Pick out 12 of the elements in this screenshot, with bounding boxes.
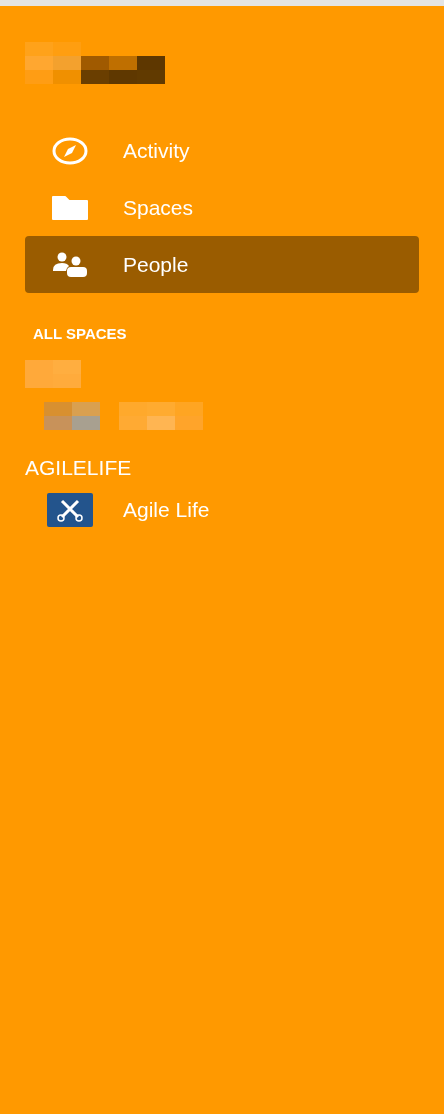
- section-title: ALL SPACES: [33, 324, 127, 344]
- pixelated-space-icon: [44, 401, 100, 430]
- people-icon: [52, 251, 88, 278]
- space-item[interactable]: Agile Life: [47, 493, 444, 527]
- scissors-icon: [47, 493, 93, 527]
- pixelated-group-title: [25, 359, 81, 388]
- nav-item[interactable]: Activity: [25, 122, 419, 179]
- folder-icon: [51, 194, 89, 221]
- nav-item[interactable]: Spaces: [25, 179, 419, 236]
- nav-item[interactable]: People: [25, 236, 419, 293]
- space-group-title: AGILELIFE: [25, 454, 132, 481]
- compass-icon: [52, 136, 88, 165]
